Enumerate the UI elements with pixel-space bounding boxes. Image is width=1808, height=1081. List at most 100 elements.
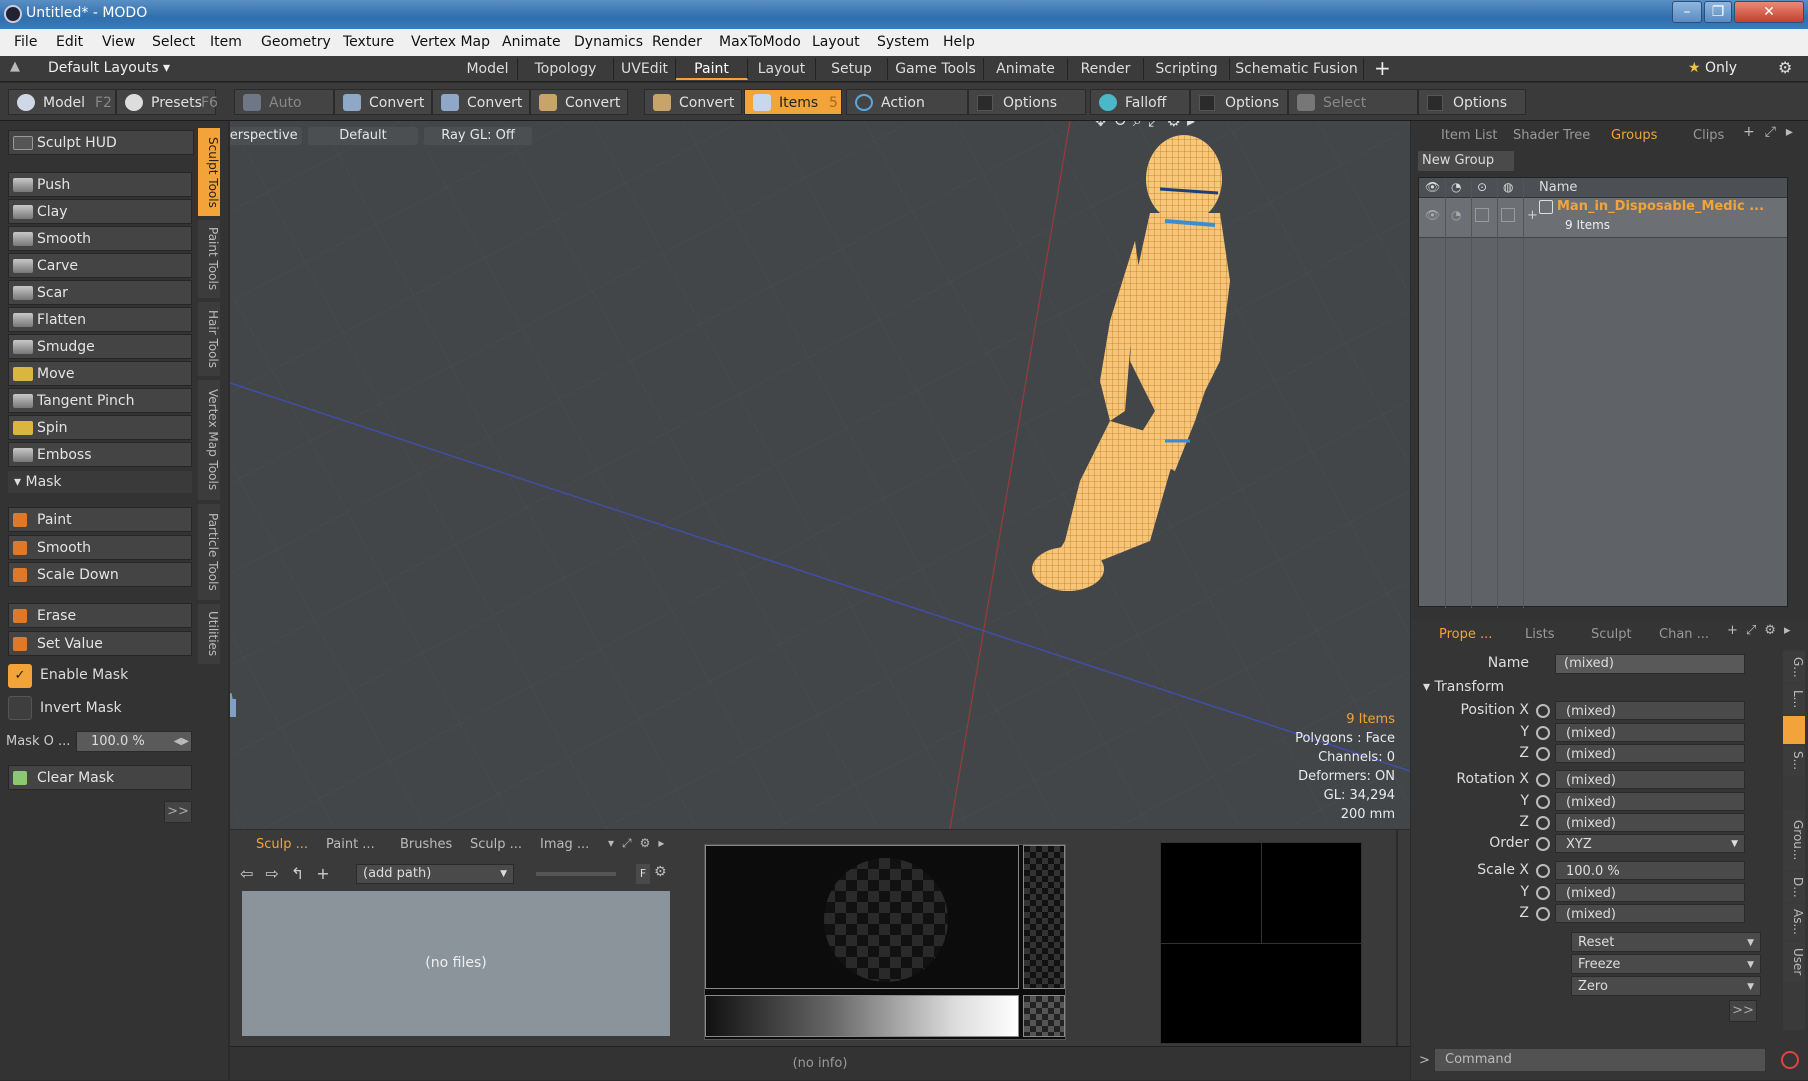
- tab-vertex-map-tools[interactable]: Vertex Map Tools: [198, 380, 220, 500]
- minimize-button[interactable]: –: [1672, 1, 1702, 23]
- falloff-options-button[interactable]: Options: [1190, 89, 1288, 115]
- menu-select[interactable]: Select: [152, 34, 195, 50]
- auto-select-button[interactable]: Auto Select: [234, 89, 334, 137]
- new-group-button[interactable]: New Group: [1418, 151, 1514, 171]
- menu-view[interactable]: View: [102, 34, 135, 50]
- viewport-canvas[interactable]: [230, 121, 1410, 829]
- side-tab-active[interactable]: [1783, 716, 1805, 744]
- render-icon[interactable]: ◔: [1451, 208, 1461, 222]
- browser-settings-icon[interactable]: ⚙: [654, 864, 667, 880]
- scale-x-field[interactable]: 100.0 %: [1536, 861, 1745, 880]
- emboss-tool[interactable]: Emboss: [8, 442, 192, 467]
- convert-polygons-button[interactable]: Convert: [530, 89, 628, 115]
- push-tool[interactable]: Push: [8, 172, 192, 197]
- expand-icon[interactable]: +: [1527, 208, 1538, 223]
- raygl-toggle[interactable]: Ray GL: Off: [424, 127, 532, 145]
- tab-paint-presets[interactable]: Paint ...: [326, 836, 375, 854]
- rotation-x-field[interactable]: (mixed): [1536, 770, 1745, 789]
- menu-dynamics[interactable]: Dynamics: [574, 34, 643, 50]
- expand-more-button[interactable]: >>: [1729, 1000, 1757, 1022]
- outliner-tab-controls[interactable]: +⤢▸: [1743, 124, 1803, 140]
- tab-uvedit[interactable]: UVEdit: [614, 58, 676, 80]
- side-tab-d[interactable]: D...: [1783, 872, 1805, 902]
- erase-mask-button[interactable]: Erase: [8, 603, 192, 628]
- mask-paint-tool[interactable]: Paint: [8, 507, 192, 532]
- tab-sculpt-images[interactable]: Sculp ...: [470, 836, 522, 854]
- name-field[interactable]: (mixed): [1555, 654, 1745, 674]
- properties-tab-controls[interactable]: +⤢⚙▸: [1727, 623, 1798, 638]
- add-path-icon[interactable]: +: [316, 864, 341, 883]
- side-tab-g[interactable]: G...: [1783, 652, 1805, 682]
- zero-dropdown[interactable]: Zero: [1571, 976, 1761, 997]
- mask-section-header[interactable]: ▾ Mask: [8, 471, 192, 493]
- side-tab-assets[interactable]: As...: [1783, 904, 1805, 940]
- menu-help[interactable]: Help: [943, 34, 975, 50]
- clear-mask-button[interactable]: Clear Mask: [8, 765, 192, 790]
- position-x-field[interactable]: (mixed): [1536, 701, 1745, 720]
- move-tool[interactable]: Move: [8, 361, 192, 386]
- forward-arrow-icon[interactable]: ⇨: [265, 864, 290, 883]
- tab-item-list[interactable]: Item List: [1441, 126, 1497, 146]
- tab-clips[interactable]: Clips: [1693, 126, 1724, 146]
- enable-mask-toggle[interactable]: ✓ Enable Mask: [8, 662, 192, 688]
- view-type-dropdown[interactable]: Perspective: [230, 127, 302, 145]
- menu-edit[interactable]: Edit: [56, 34, 83, 50]
- scale-z-field[interactable]: (mixed): [1536, 904, 1745, 923]
- action-center-button[interactable]: Action Center: [846, 89, 968, 137]
- file-browser-list[interactable]: (no files): [242, 891, 670, 1036]
- menu-system[interactable]: System: [877, 34, 929, 50]
- position-y-field[interactable]: (mixed): [1536, 723, 1745, 742]
- group-row[interactable]: 👁 ◔ + Man_in_Disposable_Medic ... 9 Item…: [1419, 198, 1787, 238]
- add-layout-icon[interactable]: +: [1374, 56, 1391, 80]
- reset-dropdown[interactable]: Reset: [1571, 932, 1761, 953]
- side-tab-l[interactable]: L...: [1783, 684, 1805, 714]
- position-z-field[interactable]: (mixed): [1536, 744, 1745, 763]
- menu-item[interactable]: Item: [210, 34, 242, 50]
- bottom-tab-controls[interactable]: ▾⤢⚙▸: [608, 836, 672, 851]
- menu-geometry[interactable]: Geometry: [261, 34, 331, 50]
- tab-game-tools[interactable]: Game Tools: [888, 58, 984, 80]
- tab-topology[interactable]: Topology: [518, 58, 614, 80]
- tab-utilities[interactable]: Utilities: [198, 604, 220, 664]
- checkmark-icon[interactable]: ✓: [8, 664, 32, 688]
- group-name[interactable]: Man_in_Disposable_Medic ...: [1557, 199, 1764, 214]
- invert-mask-toggle[interactable]: Invert Mask: [8, 694, 192, 720]
- viewport-arrow-icon[interactable]: ▸: [1187, 121, 1201, 130]
- sculpt-hud-button[interactable]: Sculpt HUD: [8, 130, 194, 155]
- menu-file[interactable]: File: [14, 34, 37, 50]
- side-tab-user[interactable]: User: [1783, 942, 1805, 982]
- rotation-order-dropdown[interactable]: XYZ ▼: [1536, 834, 1745, 853]
- tangent-pinch-tool[interactable]: Tangent Pinch: [8, 388, 192, 413]
- side-tab-s[interactable]: S...: [1783, 746, 1805, 776]
- menu-texture[interactable]: Texture: [343, 34, 394, 50]
- menu-maxtomodo[interactable]: MaxToModo: [719, 34, 801, 50]
- scar-tool[interactable]: Scar: [8, 280, 192, 305]
- thumbnail-size-slider[interactable]: [536, 872, 616, 876]
- pan-icon[interactable]: ✥: [1094, 121, 1113, 130]
- lock-icon[interactable]: ⊙: [1477, 180, 1487, 194]
- visibility-eye-icon[interactable]: 👁: [1425, 180, 1440, 194]
- tab-schematic-fusion[interactable]: Schematic Fusion: [1230, 58, 1364, 80]
- rotation-z-field[interactable]: (mixed): [1536, 813, 1745, 832]
- rotate-icon[interactable]: ↻: [1113, 121, 1132, 130]
- set-value-button[interactable]: Set Value: [8, 631, 192, 656]
- shading-dropdown[interactable]: Default: [308, 127, 418, 145]
- convert-edges-button[interactable]: Convert: [432, 89, 530, 115]
- clay-tool[interactable]: Clay: [8, 199, 192, 224]
- flatten-tool[interactable]: Flatten: [8, 307, 192, 332]
- options-checkbox[interactable]: [1427, 95, 1443, 111]
- action-center-options-button[interactable]: Options: [968, 89, 1086, 115]
- convert-vertices-button[interactable]: Convert: [334, 89, 432, 115]
- 3d-viewport[interactable]: Perspective Default Ray GL: Off ✥↻⌕⤢⚙▸ 9…: [230, 121, 1410, 829]
- menu-layout[interactable]: Layout: [812, 34, 860, 50]
- tab-paint[interactable]: Paint: [676, 58, 748, 80]
- path-dropdown[interactable]: (add path) ▼: [356, 864, 514, 884]
- tab-scripting[interactable]: Scripting: [1144, 58, 1230, 80]
- rotation-y-field[interactable]: (mixed): [1536, 792, 1745, 811]
- side-tab-groups[interactable]: Grou...: [1783, 810, 1805, 870]
- options-checkbox[interactable]: [977, 95, 993, 111]
- record-macro-icon[interactable]: [1781, 1051, 1799, 1069]
- lock-checkbox[interactable]: [1475, 208, 1489, 222]
- tab-model[interactable]: Model: [458, 58, 518, 80]
- maximize-icon[interactable]: ⤢: [1148, 121, 1167, 130]
